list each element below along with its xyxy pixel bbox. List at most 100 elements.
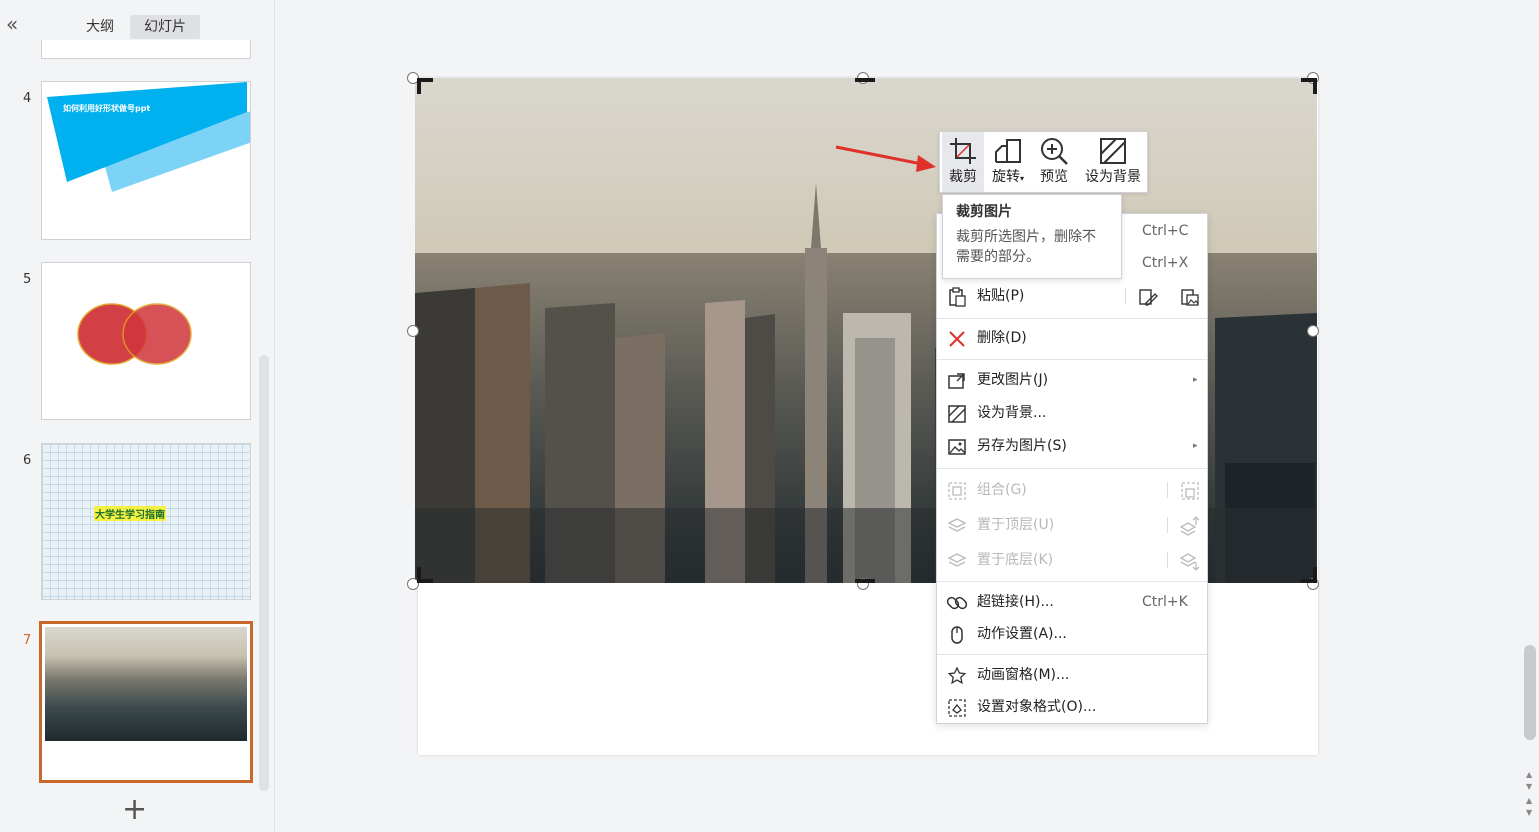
crop-edge-bottom[interactable]: [855, 579, 875, 583]
paste-as-picture-icon[interactable]: [1179, 286, 1201, 308]
slide-thumbnail-7[interactable]: [39, 621, 253, 783]
set-background-icon: [948, 405, 966, 423]
paste-label: 粘贴(P): [977, 288, 1025, 304]
cut-shortcut: Ctrl+X: [1142, 255, 1189, 271]
divider: [1125, 288, 1126, 304]
slide-thumbnail-3-partial[interactable]: [41, 40, 251, 59]
delete-x-icon: [949, 331, 965, 347]
city-photo-thumbnail: [45, 627, 247, 741]
divider: [1167, 552, 1168, 568]
set-background-label: 设为背景...: [977, 405, 1047, 421]
hyperlink-shortcut: Ctrl+K: [1142, 594, 1188, 610]
format-object-icon: [948, 699, 966, 717]
divider: [1167, 517, 1168, 533]
menu-item-animation-pane[interactable]: 动画窗格(M)...: [937, 660, 1207, 690]
change-picture-icon: [948, 373, 965, 389]
divider: [937, 359, 1207, 360]
plus-icon[interactable]: +: [122, 795, 147, 825]
save-picture-icon: [948, 439, 966, 455]
animation-pane-label: 动画窗格(M)...: [977, 667, 1070, 683]
ungroup-icon[interactable]: [1179, 480, 1201, 502]
annotation-arrow-icon: [835, 145, 936, 172]
menu-item-paste[interactable]: 粘贴(P): [937, 281, 1207, 311]
menu-item-save-as-picture[interactable]: 另存为图片(S) ▸: [937, 431, 1207, 461]
bring-to-front-label: 置于顶层(U): [977, 517, 1055, 533]
delete-label: 删除(D): [977, 330, 1027, 346]
divider: [937, 468, 1207, 469]
mouse-icon: [951, 626, 963, 644]
menu-item-group[interactable]: 组合(G): [937, 475, 1207, 505]
slide-thumbnail-4[interactable]: 如何利用好形状做号ppt: [41, 81, 251, 240]
menu-item-hyperlink[interactable]: 超链接(H)... Ctrl+K: [937, 587, 1207, 617]
crop-corner-top-left[interactable]: [417, 78, 433, 94]
save-as-picture-label: 另存为图片(S): [977, 438, 1067, 454]
tab-outline[interactable]: 大纲: [78, 15, 122, 39]
slide-number: 4: [23, 91, 32, 106]
menu-item-bring-to-front[interactable]: 置于顶层(U): [937, 510, 1207, 540]
picture-quick-toolbar: 裁剪 旋转▾ 预览 设为背景: [939, 131, 1148, 193]
menu-item-delete[interactable]: 删除(D): [937, 323, 1207, 353]
slide-4-title: 如何利用好形状做号ppt: [63, 104, 151, 113]
format-object-label: 设置对象格式(O)...: [977, 699, 1097, 715]
crop-corner-bottom-right[interactable]: [1301, 567, 1317, 583]
slide-thumbnail-6[interactable]: 大学生学习指南: [41, 443, 251, 600]
preview-label: 预览: [1040, 169, 1068, 185]
scrollbar-thumb[interactable]: [1524, 645, 1536, 740]
menu-item-set-background[interactable]: 设为背景...: [937, 398, 1207, 428]
menu-item-format-object[interactable]: 设置对象格式(O)...: [937, 692, 1207, 722]
panel-scrollbar[interactable]: [259, 355, 269, 791]
crop-corner-bottom-left[interactable]: [417, 567, 433, 583]
slide-number: 5: [23, 272, 32, 287]
tooltip-body: 裁剪所选图片，删除不需要的部分。: [956, 229, 1096, 265]
group-icon: [948, 482, 966, 500]
rotate-label: 旋转▾: [991, 169, 1024, 185]
action-settings-label: 动作设置(A)...: [977, 626, 1067, 642]
rotate-button[interactable]: 旋转▾: [986, 132, 1030, 192]
send-backward-icon[interactable]: [1179, 550, 1201, 572]
double-chevron-left-icon[interactable]: «: [6, 14, 18, 34]
paste-keep-format-icon[interactable]: [1137, 286, 1159, 308]
change-picture-label: 更改图片(J): [977, 372, 1049, 388]
page-down-arrow-icon[interactable]: ▼: [1526, 808, 1532, 817]
copy-shortcut: Ctrl+C: [1142, 223, 1189, 239]
menu-item-action-settings[interactable]: 动作设置(A)...: [937, 619, 1207, 649]
preview-button[interactable]: 预览: [1032, 132, 1076, 192]
crop-label: 裁剪: [949, 169, 977, 185]
crop-edge-top[interactable]: [855, 78, 875, 82]
divider: [937, 318, 1207, 319]
divider: [1167, 482, 1168, 498]
layers-icon: [947, 518, 967, 532]
slide-number-selected: 7: [23, 633, 32, 648]
page-up-arrow-icon[interactable]: ▲: [1526, 796, 1532, 805]
crop-button[interactable]: 裁剪: [942, 132, 984, 192]
context-menu: Ctrl+C Ctrl+X 粘贴(P) 删除(D) 更改图片(J) ▸ 设为背景…: [936, 213, 1208, 724]
resize-handle-right[interactable]: [1307, 325, 1319, 337]
menu-item-send-to-back[interactable]: 置于底层(K): [937, 545, 1207, 575]
submenu-arrow-icon: ▸: [1193, 375, 1198, 385]
crop-corner-top-right[interactable]: [1301, 78, 1317, 94]
set-background-button[interactable]: 设为背景: [1078, 132, 1148, 192]
slide-6-title: 大学生学习指南: [94, 506, 166, 521]
rotate-icon: [995, 139, 1021, 163]
vertical-scrollbar[interactable]: ▲ ▼ ▲ ▼: [1521, 0, 1539, 832]
link-icon: [947, 596, 967, 610]
set-background-icon: [1100, 138, 1126, 164]
group-label: 组合(G): [977, 482, 1027, 498]
send-to-back-label: 置于底层(K): [977, 552, 1054, 568]
slides-panel: « 大纲 幻灯片 4 如何利用好形状做号ppt 5 6 大学生学习指南 7 +: [0, 0, 275, 832]
scroll-up-arrow-icon[interactable]: ▲: [1526, 770, 1532, 779]
hyperlink-label: 超链接(H)...: [977, 594, 1054, 610]
divider: [937, 654, 1207, 655]
crop-tooltip: 裁剪图片 裁剪所选图片，删除不需要的部分。: [942, 194, 1122, 279]
scroll-down-arrow-icon[interactable]: ▼: [1526, 782, 1532, 791]
tooltip-title: 裁剪图片: [956, 204, 1012, 220]
slide-thumbnail-5[interactable]: [41, 262, 251, 420]
crop-icon: [950, 138, 976, 164]
star-icon: [947, 666, 967, 685]
tab-slides[interactable]: 幻灯片: [130, 15, 200, 39]
set-background-label: 设为背景: [1085, 169, 1141, 185]
menu-item-change-picture[interactable]: 更改图片(J) ▸: [937, 365, 1207, 395]
slide-5-preview: [77, 303, 192, 365]
bring-forward-icon[interactable]: [1179, 515, 1201, 537]
resize-handle-left[interactable]: [407, 325, 419, 337]
